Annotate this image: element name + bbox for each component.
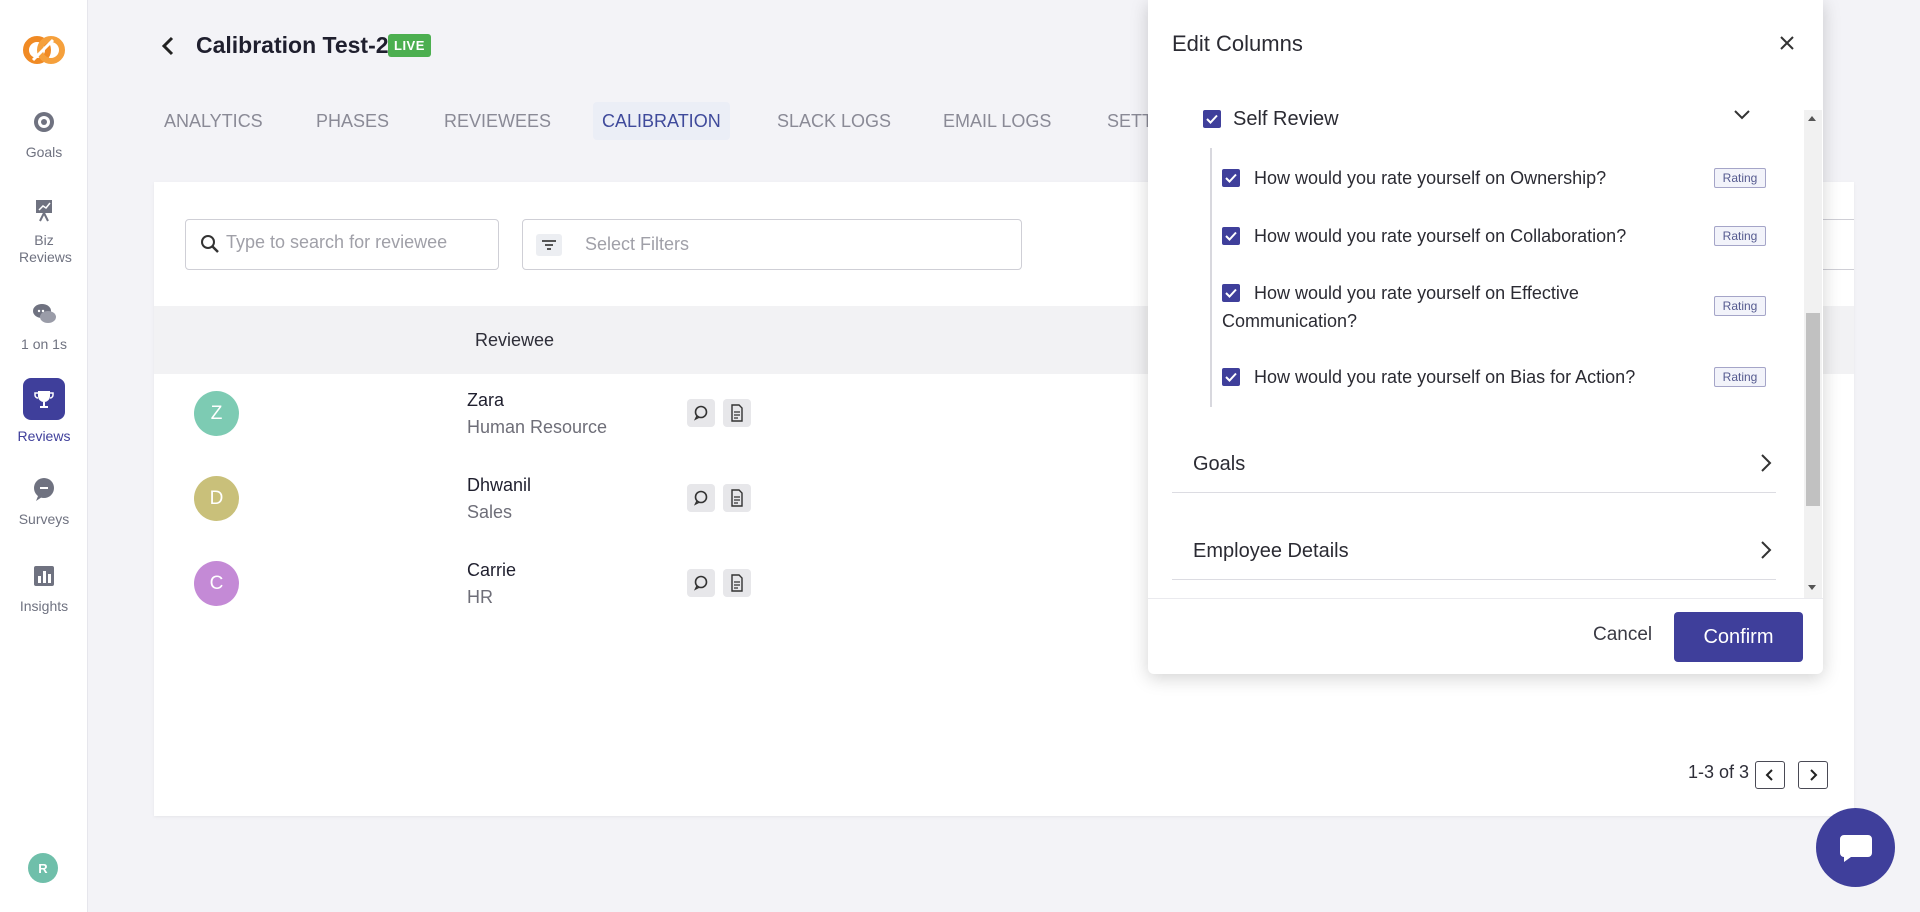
question-text: How would you rate yourself on Effective…: [1222, 283, 1579, 331]
avatar: Z: [194, 391, 239, 436]
search-icon: [200, 234, 220, 259]
reviewee-department: HR: [467, 587, 493, 607]
tab-slack-logs[interactable]: SLACK LOGS: [768, 102, 900, 140]
scrollbar-thumb[interactable]: [1806, 313, 1820, 506]
tab-reviewees[interactable]: REVIEWEES: [435, 102, 560, 140]
section-goals[interactable]: Goals: [1172, 435, 1776, 493]
column-header-reviewee: Reviewee: [475, 330, 555, 350]
next-page-button[interactable]: [1798, 761, 1828, 789]
document-icon[interactable]: [723, 484, 751, 512]
section-label: Goals: [1193, 453, 1246, 475]
chevron-down-icon[interactable]: [1733, 110, 1751, 126]
search-input[interactable]: [226, 232, 486, 253]
section-self-review[interactable]: Self Review: [1203, 110, 1763, 150]
tab-analytics[interactable]: ANALYTICS: [155, 102, 272, 140]
section-label: Self Review: [1233, 110, 1339, 130]
survey-bubble-icon: [30, 475, 58, 503]
checkbox-self-review[interactable]: [1203, 110, 1221, 128]
chevron-right-icon[interactable]: [1760, 540, 1772, 565]
tree-line: [1210, 148, 1212, 407]
back-arrow-icon[interactable]: [158, 34, 180, 58]
filter-placeholder: Select Filters: [585, 234, 690, 254]
status-badge: LIVE: [388, 34, 431, 57]
filter-icon: [536, 234, 562, 256]
question-text: How would you rate yourself on Bias for …: [1254, 367, 1636, 387]
sidebar-item-insights[interactable]: Insights: [0, 562, 88, 615]
reviewee-department: Human Resource: [467, 417, 608, 437]
chevron-right-icon: [1810, 769, 1818, 781]
reviewee-name: Dhwanil: [467, 475, 532, 495]
reviewee-department: Sales: [467, 502, 513, 522]
question-text: How would you rate yourself on Ownership…: [1254, 168, 1607, 188]
chat-launcher-button[interactable]: [1816, 808, 1895, 887]
presentation-icon: [30, 196, 58, 224]
question-type-badge: Rating: [1714, 168, 1766, 188]
filter-select[interactable]: Select Filters: [522, 219, 1022, 270]
edit-columns-modal: Edit Columns Self Review How would you r…: [1148, 0, 1823, 674]
question-text: How would you rate yourself on Collabora…: [1254, 226, 1627, 246]
sidebar-item-biz-reviews[interactable]: Biz Reviews: [0, 196, 88, 266]
sidebar-item-reviews[interactable]: Reviews: [0, 378, 88, 445]
avatar: D: [194, 476, 239, 521]
question-type-badge: Rating: [1714, 367, 1766, 387]
sidebar-item-label: 1 on 1s: [21, 336, 67, 352]
chevron-right-icon[interactable]: [1760, 453, 1772, 478]
chat-bubble-icon: [1839, 834, 1872, 862]
cancel-button[interactable]: Cancel: [1593, 624, 1652, 646]
pagination-text: 1-3 of 3: [1688, 762, 1750, 782]
modal-footer: Cancel Confirm: [1148, 598, 1823, 674]
tab-email-logs[interactable]: EMAIL LOGS: [934, 102, 1060, 140]
checkmark-icon: [1206, 114, 1218, 124]
user-avatar[interactable]: R: [28, 853, 58, 883]
document-icon[interactable]: [723, 399, 751, 427]
avatar: C: [194, 561, 239, 606]
modal-title: Edit Columns: [1172, 31, 1303, 56]
sidebar-item-label: Insights: [19, 598, 69, 614]
reviewee-name: Carrie: [467, 560, 517, 580]
sidebar-item-surveys[interactable]: Surveys: [0, 475, 88, 528]
prev-page-button[interactable]: [1755, 761, 1785, 789]
confirm-button[interactable]: Confirm: [1674, 612, 1803, 662]
comment-icon[interactable]: [687, 569, 715, 597]
bar-chart-icon: [30, 562, 58, 590]
sidebar: Goals Biz Reviews 1 on 1s Reviews Survey…: [0, 0, 88, 912]
page-title: Calibration Test-2: [196, 32, 389, 58]
document-icon[interactable]: [723, 569, 751, 597]
section-label: Employee Details: [1193, 540, 1349, 562]
close-icon[interactable]: [1774, 30, 1800, 56]
chat-bubbles-icon: [30, 300, 58, 328]
company-logo-icon[interactable]: [22, 30, 66, 70]
scroll-down-arrow-icon[interactable]: [1808, 585, 1816, 590]
search-box[interactable]: [185, 219, 499, 270]
chevron-left-icon: [1765, 769, 1773, 781]
sidebar-item-label: Surveys: [18, 511, 70, 527]
comment-icon[interactable]: [687, 399, 715, 427]
sidebar-item-label: Goals: [25, 144, 63, 160]
modal-body: Self Review How would you rate yourself …: [1148, 110, 1823, 598]
trophy-icon: [23, 378, 65, 420]
comment-icon[interactable]: [687, 484, 715, 512]
sidebar-item-label: Reviews: [17, 428, 71, 444]
sidebar-item-label: Biz Reviews: [19, 232, 72, 265]
section-employee-details[interactable]: Employee Details: [1172, 522, 1776, 580]
tab-phases[interactable]: PHASES: [307, 102, 398, 140]
question-type-badge: Rating: [1714, 296, 1766, 316]
reviewee-name: Zara: [467, 390, 505, 410]
question-type-badge: Rating: [1714, 226, 1766, 246]
scroll-up-arrow-icon[interactable]: [1808, 116, 1816, 121]
sidebar-item-goals[interactable]: Goals: [0, 108, 88, 161]
target-icon: [30, 108, 58, 136]
sidebar-item-1on1s[interactable]: 1 on 1s: [0, 300, 88, 353]
tab-calibration[interactable]: CALIBRATION: [593, 102, 730, 140]
